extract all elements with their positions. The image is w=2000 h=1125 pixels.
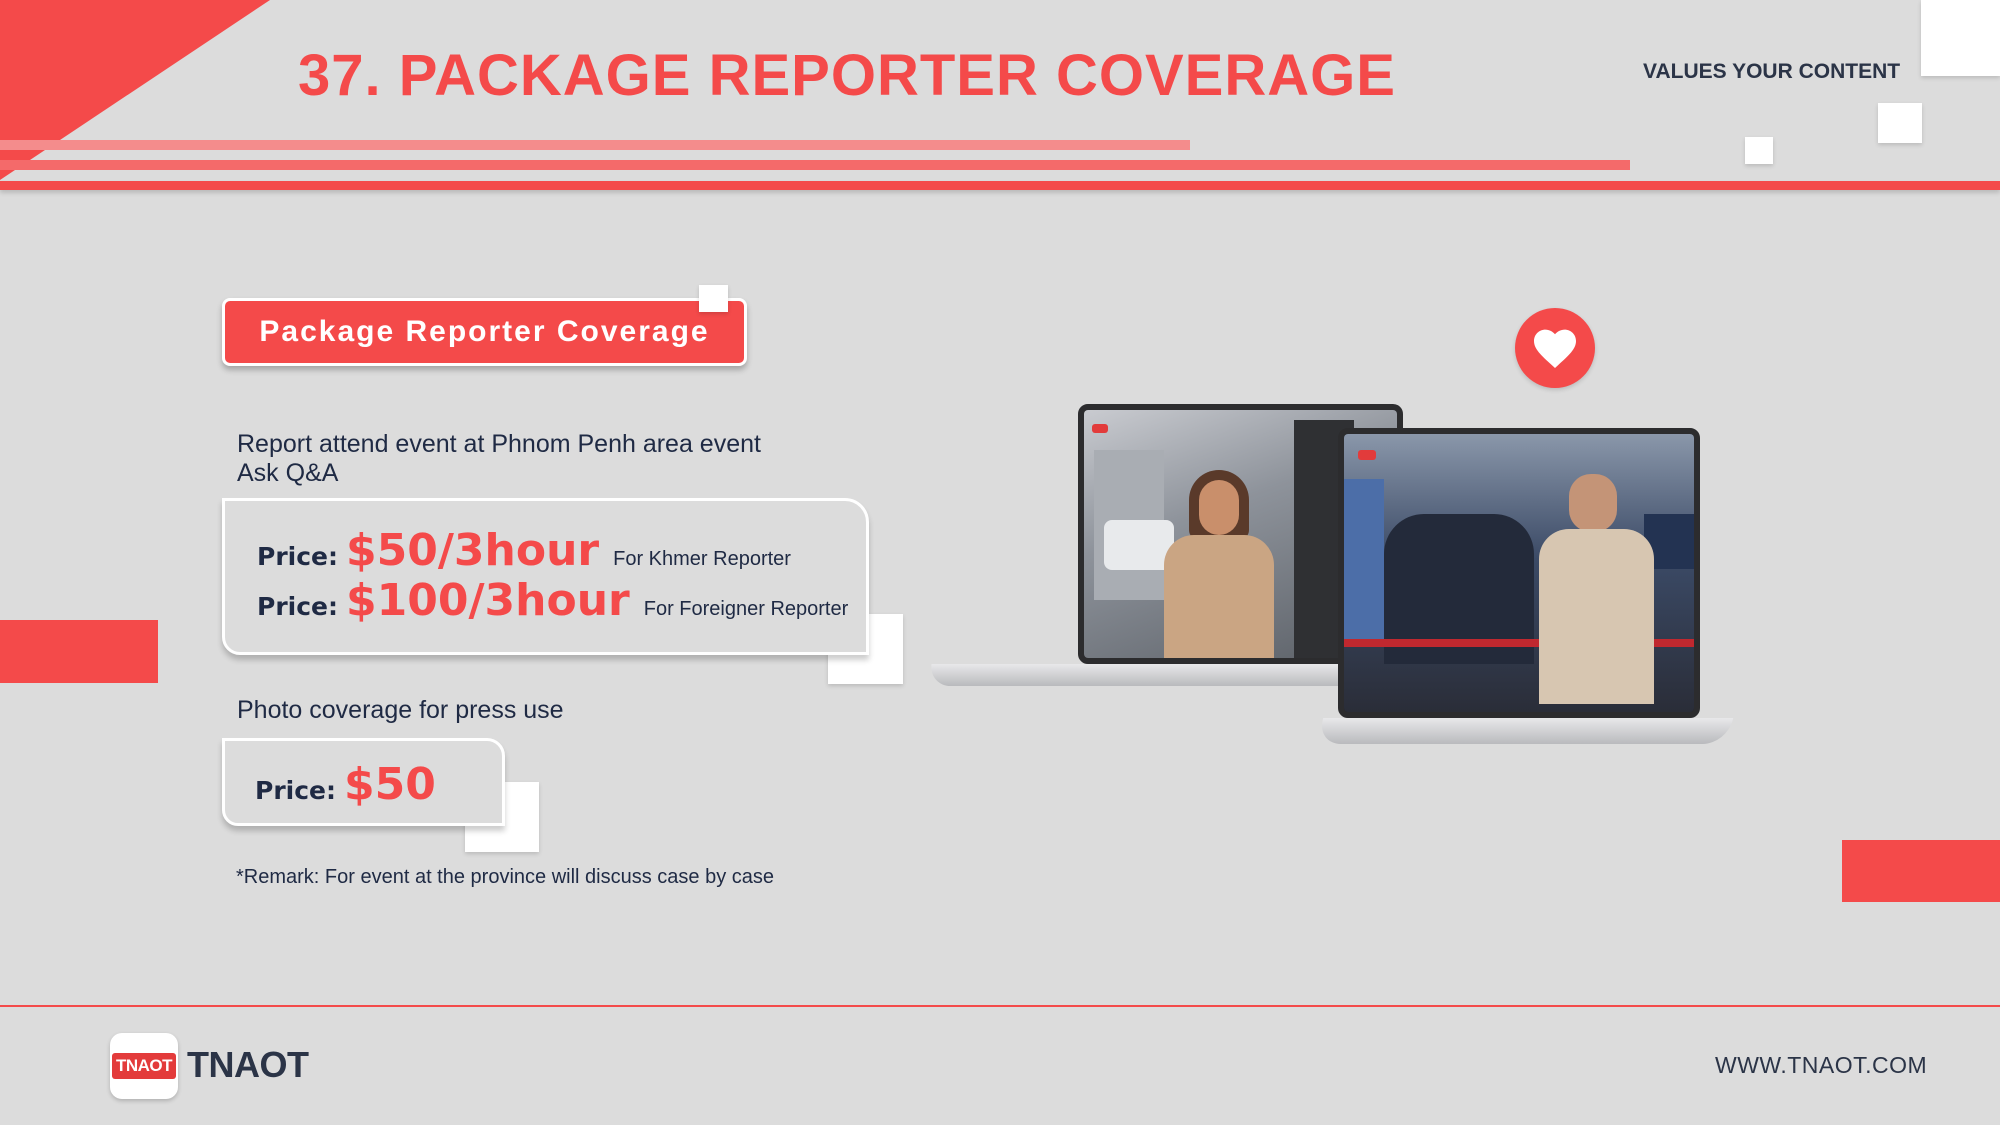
website-link[interactable]: WWW.TNAOT.COM — [1715, 1052, 1927, 1079]
heart-icon — [1515, 308, 1595, 388]
price-row-photo: Price: $50 — [255, 759, 450, 810]
event-description: Report attend event at Phnom Penh area e… — [237, 430, 761, 488]
price-label: Price: — [257, 592, 338, 621]
white-square-decoration — [1745, 137, 1773, 164]
logo-badge: TNAOT — [111, 1053, 177, 1079]
red-block-decoration — [1842, 840, 2000, 902]
event-description-line: Ask Q&A — [237, 459, 339, 487]
header-stripe — [0, 140, 1190, 150]
price-value: $50 — [344, 759, 436, 810]
photo-description: Photo coverage for press use — [237, 696, 564, 724]
footer-divider — [0, 1005, 2000, 1007]
red-block-decoration — [0, 620, 158, 683]
page-title: 37. PACKAGE REPORTER COVERAGE — [298, 43, 1396, 108]
price-label: Price: — [255, 776, 336, 805]
corner-triangle-decoration — [0, 0, 270, 180]
white-square-decoration — [699, 285, 728, 312]
tagline: VALUES YOUR CONTENT — [1643, 60, 1901, 83]
header-stripe — [0, 181, 2000, 190]
remark-text: *Remark: For event at the province will … — [236, 866, 774, 888]
price-row-foreigner: Price: $100/3hour For Foreigner Reporter — [257, 575, 848, 626]
price-value: $50/3hour — [346, 525, 600, 576]
price-note: For Khmer Reporter — [613, 548, 791, 570]
white-square-decoration — [1878, 103, 1922, 143]
price-value: $100/3hour — [346, 575, 630, 626]
photo-price-box: Price: $50 — [222, 738, 505, 826]
price-label: Price: — [257, 542, 338, 571]
white-square-decoration — [1921, 0, 2000, 76]
tnaot-logo-icon: TNAOT — [110, 1033, 178, 1099]
package-title-badge: Package Reporter Coverage — [222, 298, 747, 366]
header-stripe — [0, 160, 1630, 170]
event-description-line: Report attend event at Phnom Penh area e… — [237, 430, 761, 458]
brand-name: TNAOT — [187, 1044, 309, 1085]
price-row-khmer: Price: $50/3hour For Khmer Reporter — [257, 525, 791, 576]
laptop-image-reporter-man — [1130, 428, 1860, 758]
reporter-price-box: Price: $50/3hour For Khmer Reporter Pric… — [222, 498, 869, 655]
price-note: For Foreigner Reporter — [643, 598, 849, 620]
